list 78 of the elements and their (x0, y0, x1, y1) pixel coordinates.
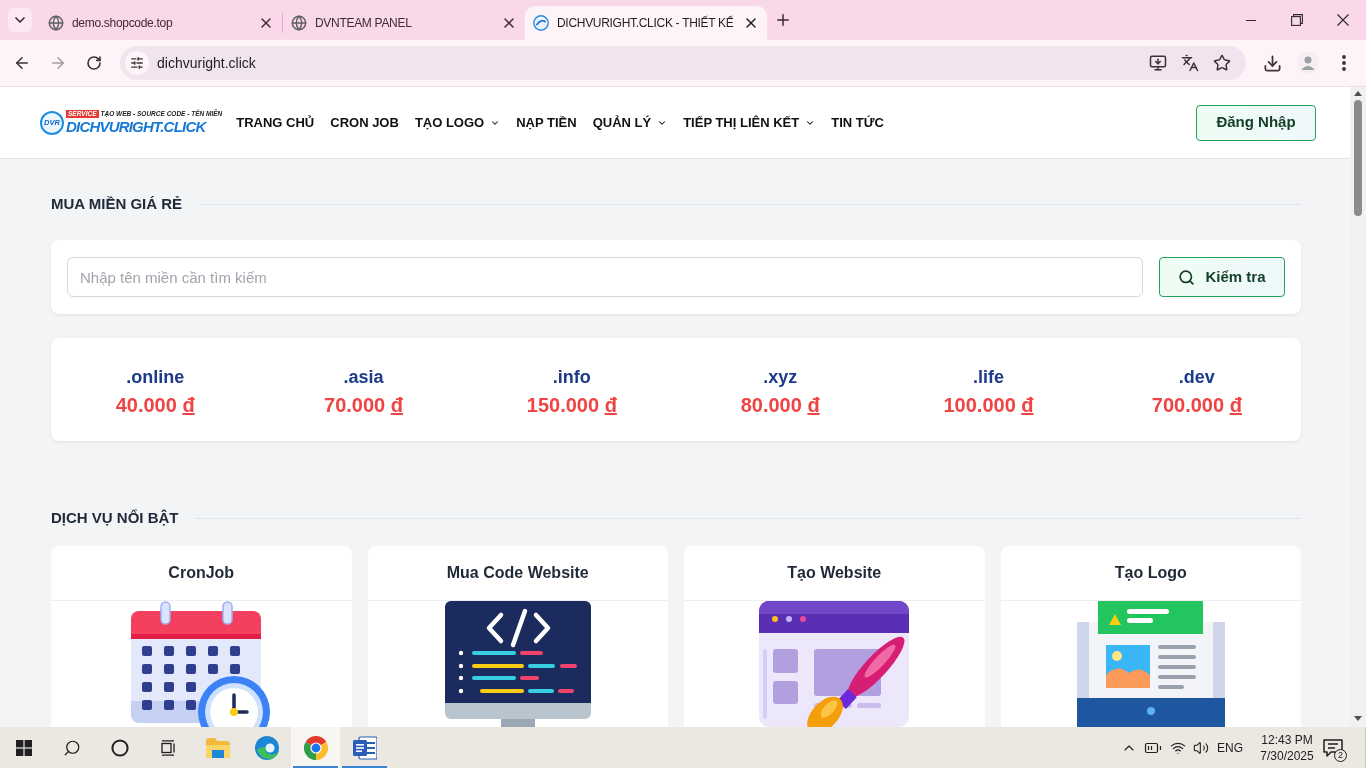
service-title: Mua Code Website (446, 563, 589, 583)
domain-extension: .asia (343, 366, 384, 389)
check-button[interactable]: Kiểm tra (1159, 257, 1285, 297)
nav-link[interactable]: CRON JOB (330, 112, 399, 133)
globe-icon (291, 15, 307, 31)
volume-icon[interactable] (1193, 739, 1209, 756)
domain-search-field[interactable]: Nhập tên miền cần tìm kiếm (67, 257, 1143, 297)
profile-avatar-icon (1297, 52, 1319, 74)
section-title: MUA MIỀN GIÁ RẺ (51, 193, 183, 214)
taskbar-app-button[interactable] (291, 727, 340, 768)
restore-icon (1291, 14, 1303, 26)
nav-link[interactable]: NẠP TIỀN (516, 112, 577, 133)
monitor-download-icon (1149, 54, 1167, 72)
domain-price: 70.000 đ (324, 393, 403, 418)
site-info-button[interactable] (125, 51, 149, 75)
nav-link[interactable]: TRANG CHỦ (236, 112, 315, 133)
section-title: DỊCH VỤ NỔI BẬT (51, 507, 179, 528)
minimize-icon (1246, 19, 1256, 21)
folder-icon (205, 737, 230, 758)
language-indicator[interactable]: ENG (1213, 738, 1247, 757)
tricolor-ring-icon (303, 735, 328, 760)
service-title: Tạo Website (787, 563, 882, 583)
domain-price: 700.000 đ (1151, 393, 1242, 418)
task-view-icon (159, 739, 177, 756)
windows-logo-icon (16, 739, 32, 756)
sliders-icon (130, 56, 144, 70)
document-tile-icon (352, 735, 377, 760)
translate-icon (1181, 54, 1199, 72)
domain-price: 100.000 đ (943, 393, 1034, 418)
nav-link[interactable]: QUẢN LÝ (592, 112, 668, 133)
arrow-right-icon (49, 54, 67, 72)
logo-icon (533, 15, 549, 31)
wave-ring-icon (254, 735, 279, 760)
logo-wordmark[interactable]: DICHVURIGHT.CLICK (66, 118, 223, 135)
domain-extension: .life (973, 366, 1004, 389)
browser-tab[interactable]: DICHVURIGHT.CLICK - THIẾT KẾ (525, 6, 767, 40)
domain-extension: .dev (1178, 366, 1215, 389)
domain-price: 150.000 đ (526, 393, 617, 418)
download-icon (1262, 53, 1282, 73)
ring-icon (111, 738, 129, 757)
login-button[interactable]: Đăng Nhập (1196, 104, 1316, 141)
notification-count: 2 (1334, 748, 1347, 762)
domain-extension: .xyz (763, 366, 798, 389)
notification-button[interactable]: 2 (1319, 732, 1347, 763)
scroll-down-icon[interactable] (1354, 716, 1362, 721)
search-icon (63, 738, 81, 757)
search-icon (1178, 268, 1196, 286)
plus-icon (774, 11, 792, 29)
reload-icon (86, 55, 102, 71)
close-icon[interactable] (258, 15, 274, 31)
service-card[interactable]: Mua Code Website (367, 546, 668, 727)
service-card[interactable]: Tạo Website (684, 546, 985, 727)
star-icon (1213, 54, 1231, 72)
domain-price: 80.000 đ (740, 393, 820, 418)
address-bar[interactable]: dichvuright.click (120, 46, 1246, 80)
nav-link[interactable]: TIẾP THỊ LIÊN KẾT (683, 112, 816, 133)
close-icon[interactable] (743, 15, 759, 31)
browser-tab[interactable]: demo.shopcode.top (40, 6, 282, 40)
service-title: CronJob (168, 563, 235, 583)
domain-price: 40.000 đ (115, 393, 195, 418)
clock-button[interactable]: 12:43 PM 7/30/2025 (1255, 731, 1319, 764)
service-card[interactable]: Tạo Logo (1000, 546, 1301, 727)
scrollbar-thumb[interactable] (1354, 100, 1362, 216)
more-icon (1342, 55, 1346, 71)
nav-link[interactable]: TIN TỨC (831, 112, 884, 133)
nav-link[interactable]: TẠO LOGO (414, 112, 501, 133)
page-scrollbar[interactable] (1350, 87, 1366, 727)
close-icon[interactable] (501, 15, 517, 31)
scroll-up-icon[interactable] (1354, 91, 1362, 96)
domain-extension: .online (126, 366, 185, 389)
message-icon (1323, 738, 1343, 757)
close-icon (1337, 14, 1349, 26)
domain-extension: .info (552, 366, 591, 389)
globe-icon (48, 15, 64, 31)
browser-tab[interactable]: DVNTEAM PANEL (283, 6, 525, 40)
service-title: Tạo Logo (1114, 563, 1187, 583)
service-card[interactable]: CronJob (51, 546, 352, 727)
tab-search-button[interactable] (8, 8, 32, 32)
